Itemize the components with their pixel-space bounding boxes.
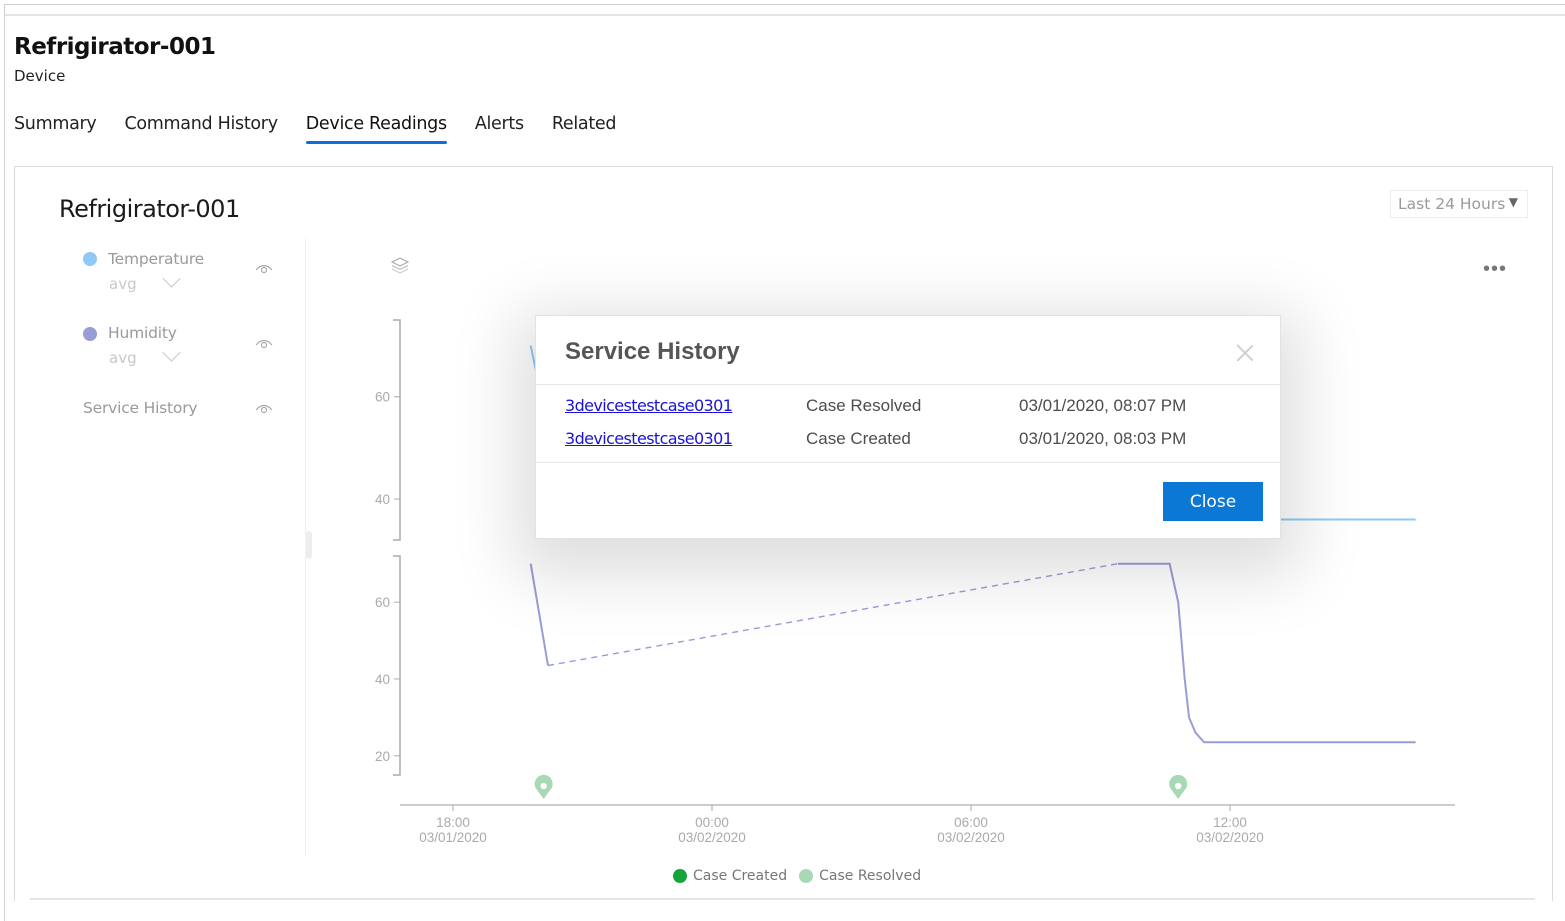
case-resolved-label: Case Resolved — [819, 868, 922, 884]
y-tick-label: 60 — [375, 595, 390, 610]
x-tick-label-date: 03/02/2020 — [1196, 830, 1264, 845]
case-link[interactable]: 3devicestestcase0301 — [565, 429, 733, 448]
x-tick-label-time: 12:00 — [1213, 815, 1247, 830]
case-link[interactable]: 3devicestestcase0301 — [565, 396, 733, 415]
series-line-humidity — [1117, 562, 1416, 744]
x-tick-label-time: 00:00 — [695, 815, 729, 830]
series-line-humidity-gap — [547, 563, 1118, 667]
case-resolved-dot — [799, 869, 814, 883]
x-tick-label-date: 03/02/2020 — [678, 830, 746, 845]
y-tick-label: 40 — [375, 672, 390, 687]
case-event: Case Resolved — [806, 396, 922, 415]
series-line-humidity — [529, 563, 549, 666]
service-event-marker-center — [540, 782, 547, 790]
close-button[interactable]: Close — [1163, 482, 1263, 521]
case-created-dot — [673, 869, 687, 883]
close-icon[interactable] — [1236, 344, 1254, 362]
x-tick-label-time: 18:00 — [436, 815, 470, 830]
legend-case-resolved: Case Resolved — [799, 868, 921, 884]
x-tick-label-date: 03/02/2020 — [937, 830, 1005, 845]
service-event-marker-center — [1175, 782, 1182, 790]
legend-case-created: Case Created — [673, 868, 787, 884]
y-axis-line — [393, 319, 401, 541]
y-axis-line — [393, 555, 401, 776]
y-tick-label: 20 — [375, 749, 390, 764]
case-timestamp: 03/01/2020, 08:03 PM — [1019, 429, 1187, 448]
case-created-label: Case Created — [693, 868, 788, 884]
service-history-dialog: Service History 3devicestestcase0301 Cas… — [535, 315, 1281, 539]
y-tick-label: 60 — [375, 390, 390, 405]
x-tick-label-time: 06:00 — [954, 815, 988, 830]
events-legend: Case Created Case Resolved — [673, 868, 933, 884]
case-event: Case Created — [806, 429, 911, 448]
dialog-title: Service History — [565, 338, 740, 365]
case-timestamp: 03/01/2020, 08:07 PM — [1019, 396, 1187, 415]
y-tick-label: 40 — [375, 492, 390, 507]
x-tick-label-date: 03/01/2020 — [419, 830, 487, 845]
dialog-divider — [536, 384, 1280, 385]
dialog-divider — [536, 462, 1280, 463]
